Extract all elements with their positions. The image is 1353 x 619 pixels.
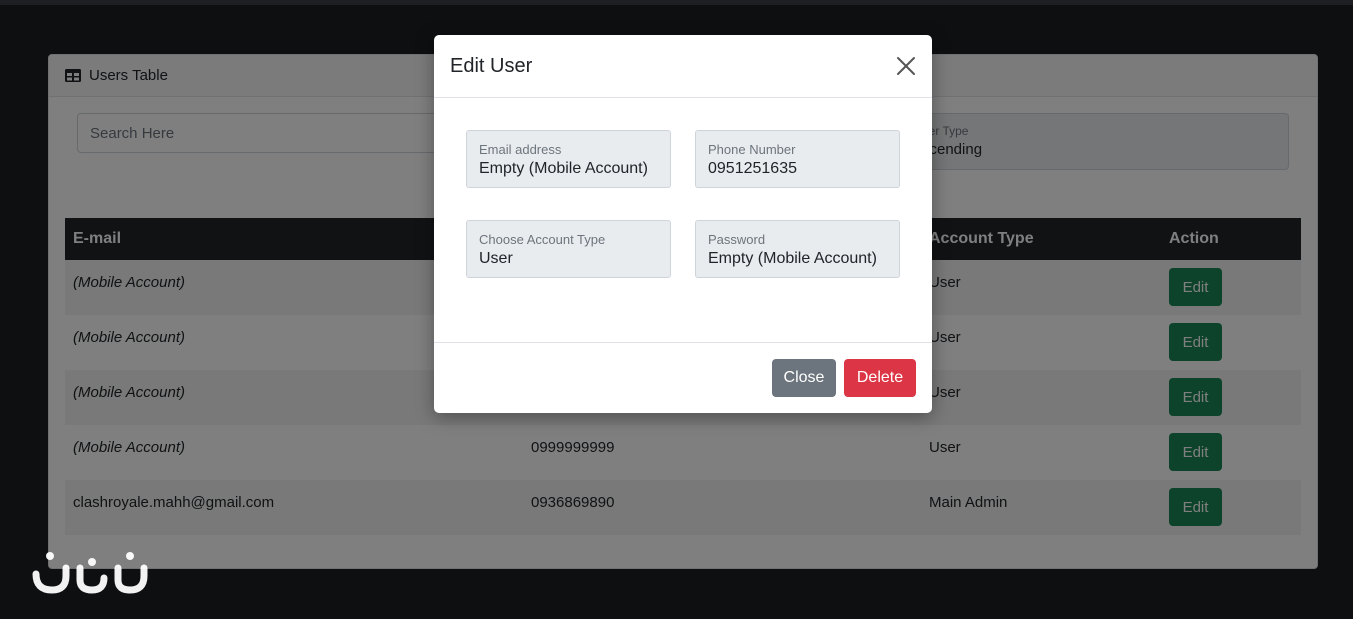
- modal-header: Edit User: [434, 35, 932, 98]
- delete-button[interactable]: Delete: [844, 359, 916, 397]
- password-field[interactable]: Password Empty (Mobile Account): [695, 220, 900, 278]
- modal-footer: Close Delete: [434, 342, 932, 413]
- account-type-value: User: [479, 250, 513, 267]
- watermark-logo-icon: [32, 552, 148, 594]
- email-field-value: Empty (Mobile Account): [479, 160, 648, 177]
- phone-field[interactable]: Phone Number 0951251635: [695, 130, 900, 188]
- app-stage: Users Table der Type scending E-mail Acc…: [0, 0, 1353, 619]
- edit-user-modal: Edit User Email address Empty (Mobile Ac…: [434, 35, 932, 413]
- password-field-label: Password: [708, 232, 766, 247]
- account-type-label: Choose Account Type: [479, 232, 606, 247]
- close-button[interactable]: Close: [772, 359, 836, 397]
- modal-title: Edit User: [450, 54, 533, 77]
- phone-field-label: Phone Number: [708, 142, 796, 157]
- password-field-value: Empty (Mobile Account): [708, 250, 877, 267]
- close-icon[interactable]: [894, 54, 918, 78]
- account-type-select[interactable]: Choose Account Type User: [466, 220, 671, 278]
- email-field[interactable]: Email address Empty (Mobile Account): [466, 130, 671, 188]
- email-field-label: Email address: [479, 142, 562, 157]
- modal-body: Email address Empty (Mobile Account) Pho…: [434, 98, 932, 342]
- phone-field-value: 0951251635: [708, 160, 797, 177]
